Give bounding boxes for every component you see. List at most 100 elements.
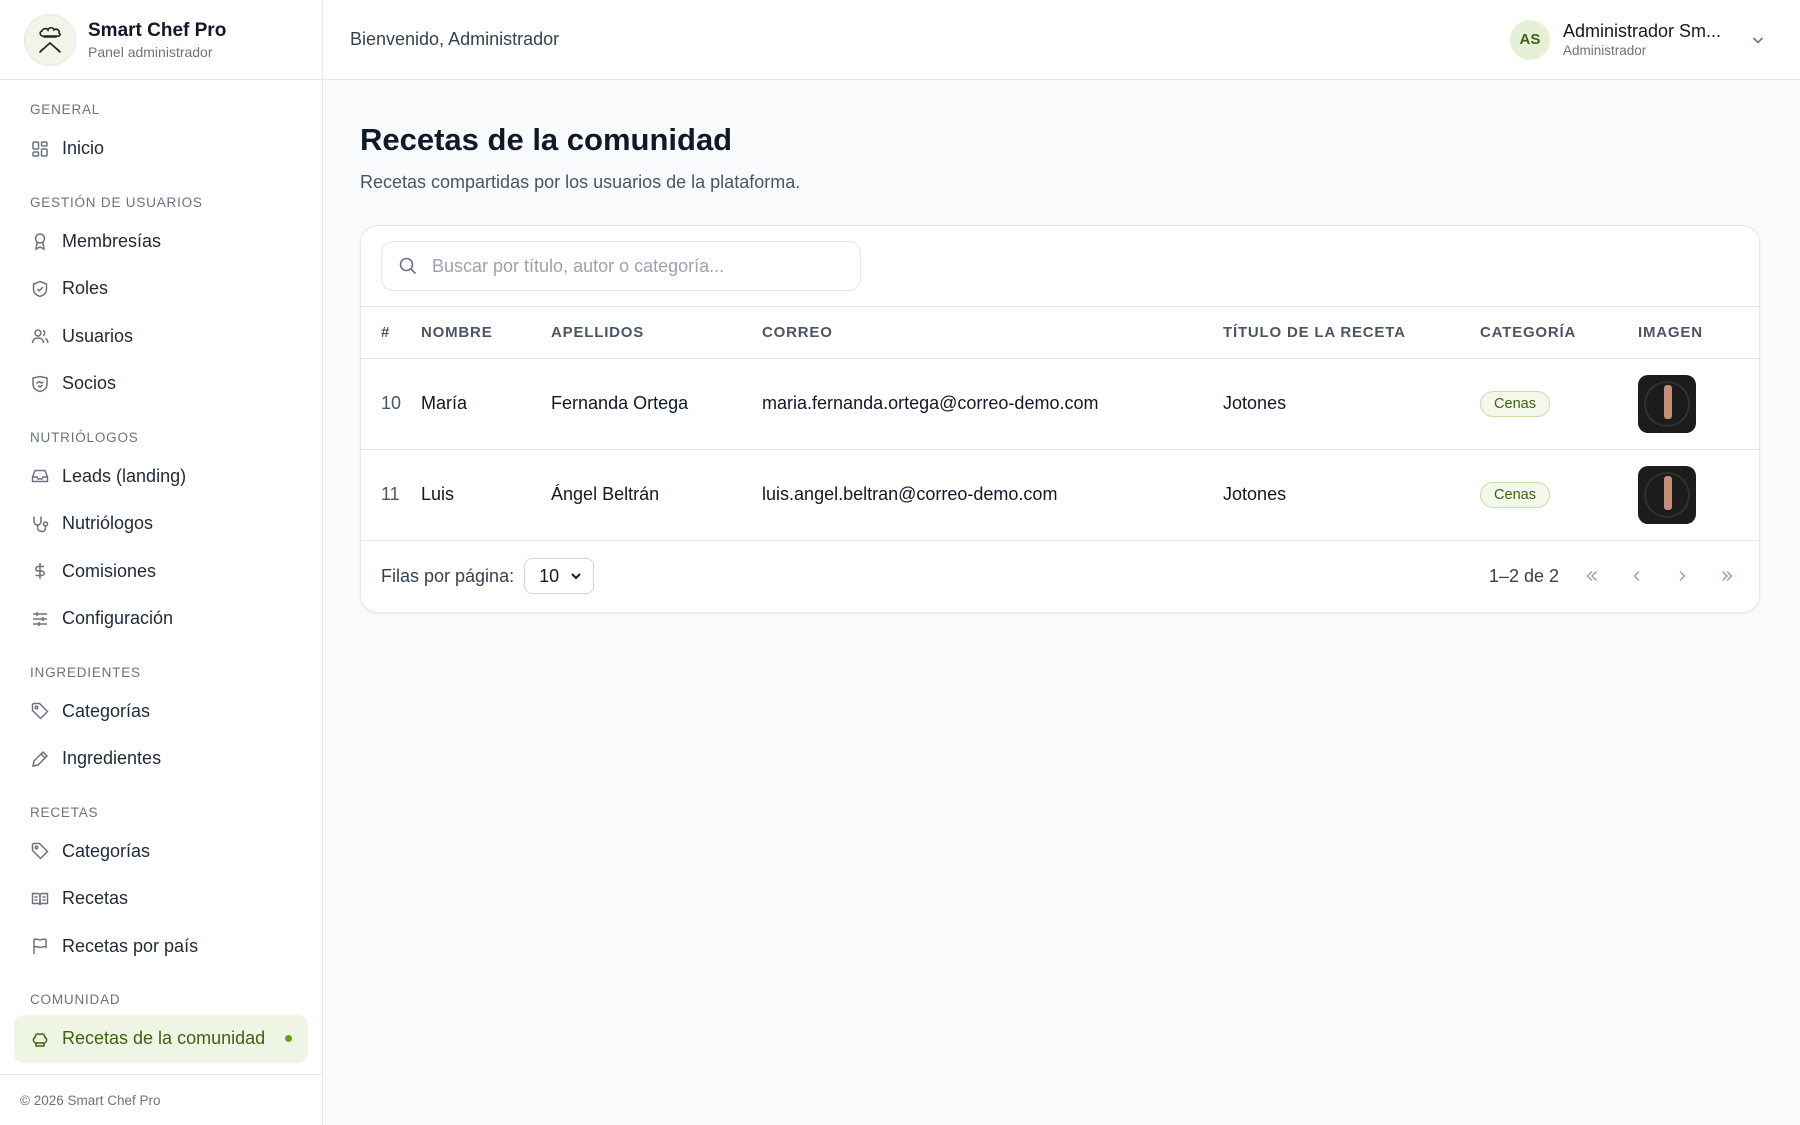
shield-icon xyxy=(32,280,48,298)
cell-apellidos: Fernanda Ortega xyxy=(551,358,763,450)
pagination-range: 1–2 de 2 xyxy=(1488,565,1559,586)
pen-icon xyxy=(32,750,49,767)
sliders-icon xyxy=(33,611,47,626)
handshake-icon xyxy=(32,375,48,393)
sidebar-item-usuarios[interactable]: Usuarios xyxy=(14,313,308,361)
recipe-thumbnail[interactable] xyxy=(1638,465,1697,524)
section-title-ingredientes: Ingredientes xyxy=(30,664,141,680)
tag-icon xyxy=(31,703,49,720)
tag-icon xyxy=(31,843,49,860)
sidebar-item-rec-categorias[interactable]: Categorías xyxy=(14,828,308,876)
category-badge: Cenas xyxy=(1480,390,1550,417)
sidebar-item-label: Leads (landing) xyxy=(62,465,187,486)
col-header-index[interactable]: # xyxy=(361,307,422,359)
section-title-usuarios: Gestión de usuarios xyxy=(30,194,203,210)
sidebar-item-label: Categorías xyxy=(62,840,151,861)
search-input[interactable] xyxy=(432,255,844,277)
sidebar: Smart Chef Pro Panel administrador Gener… xyxy=(0,0,323,1125)
sidebar-item-ing-categorias[interactable]: Categorías xyxy=(14,688,308,736)
app-subtitle: Panel administrador xyxy=(88,43,213,60)
chevron-left-icon xyxy=(1632,570,1640,582)
user-name: Administrador Sm... xyxy=(1562,21,1721,41)
flag-icon xyxy=(33,938,47,955)
sidebar-item-comisiones[interactable]: Comisiones xyxy=(14,548,308,596)
top-header: Bienvenido, Administrador AS Administrad… xyxy=(324,0,1800,80)
sidebar-item-label: Socios xyxy=(62,373,117,394)
section-title-comunidad: Comunidad xyxy=(30,992,121,1007)
table-row[interactable]: 10 María Fernanda Ortega maria.fernanda.… xyxy=(361,358,1759,450)
sidebar-item-label: Recetas xyxy=(62,888,129,909)
sidebar-item-inicio[interactable]: Inicio xyxy=(14,125,308,173)
avatar: AS xyxy=(1509,19,1550,60)
active-indicator xyxy=(285,1035,292,1043)
sidebar-item-roles[interactable]: Roles xyxy=(14,265,308,313)
cell-correo: luis.angel.beltran@correo-demo.com xyxy=(762,449,1224,541)
sidebar-item-label: Categorías xyxy=(62,700,151,721)
recipe-thumbnail[interactable] xyxy=(1638,374,1697,433)
book-icon xyxy=(31,892,49,905)
sidebar-item-recetas-pais[interactable]: Recetas por país xyxy=(14,923,308,971)
cell-titulo: Jotones xyxy=(1223,358,1481,450)
cell-titulo: Jotones xyxy=(1223,449,1481,541)
sidebar-item-membresias[interactable]: Membresías xyxy=(14,218,308,266)
sidebar-item-label: Usuarios xyxy=(62,325,134,346)
chevron-down-icon[interactable] xyxy=(1750,32,1766,48)
welcome-text: Bienvenido, Administrador xyxy=(350,29,560,49)
award-icon xyxy=(34,233,46,251)
sidebar-item-label: Recetas de la comunidad xyxy=(62,1028,266,1049)
dashboard-icon xyxy=(32,141,48,157)
user-menu[interactable]: AS Administrador Sm... Administrador xyxy=(1509,19,1774,60)
inbox-icon xyxy=(31,470,49,483)
sidebar-item-label: Comisiones xyxy=(62,560,157,581)
table-toolbar xyxy=(361,226,1759,307)
chevron-down-icon xyxy=(571,573,581,580)
sidebar-item-label: Configuración xyxy=(62,608,174,629)
sidebar-item-label: Roles xyxy=(62,278,109,299)
sidebar-item-label: Inicio xyxy=(62,138,105,159)
chevrons-left-icon xyxy=(1585,570,1597,582)
sidebar-item-configuracion[interactable]: Configuración xyxy=(14,595,308,643)
main-content: Recetas de la comunidad Recetas comparti… xyxy=(360,80,1760,613)
recipes-table: # Nombre Apellidos Correo Título de la r… xyxy=(361,307,1759,541)
last-page-button[interactable] xyxy=(1714,564,1739,589)
prev-page-button[interactable] xyxy=(1624,564,1649,589)
col-header-imagen: Imagen xyxy=(1638,307,1759,359)
first-page-button[interactable] xyxy=(1579,564,1604,589)
category-badge: Cenas xyxy=(1480,481,1550,508)
cell-categoria: Cenas xyxy=(1480,449,1639,541)
rows-per-page-select[interactable]: 10 xyxy=(524,558,595,594)
chevron-right-icon xyxy=(1678,570,1686,582)
cell-nombre: María xyxy=(421,358,552,450)
section-title-general: General xyxy=(30,102,101,117)
recipes-card: # Nombre Apellidos Correo Título de la r… xyxy=(360,225,1760,613)
sidebar-item-leads[interactable]: Leads (landing) xyxy=(14,453,308,501)
stethoscope-icon xyxy=(33,516,49,533)
chef-logo-icon xyxy=(24,13,76,66)
next-page-button[interactable] xyxy=(1669,564,1694,589)
cell-nombre: Luis xyxy=(421,449,552,541)
app-name: Smart Chef Pro xyxy=(88,19,227,41)
col-header-correo[interactable]: Correo xyxy=(762,307,1224,359)
sidebar-item-ingredientes[interactable]: Ingredientes xyxy=(14,735,308,783)
sidebar-item-nutriologos[interactable]: Nutriólogos xyxy=(14,500,308,548)
search-box[interactable] xyxy=(381,241,861,291)
cell-imagen xyxy=(1638,358,1759,450)
brand: Smart Chef Pro Panel administrador xyxy=(0,0,322,80)
cell-id: 11 xyxy=(361,449,422,541)
col-header-nombre[interactable]: Nombre xyxy=(421,307,552,359)
col-header-titulo[interactable]: Título de la receta xyxy=(1223,307,1481,359)
pagination-controls xyxy=(1579,564,1739,589)
sidebar-item-recetas-comunidad[interactable]: Recetas de la comunidad xyxy=(14,1015,308,1063)
rows-per-page-value: 10 xyxy=(539,565,560,586)
dollar-icon xyxy=(35,563,45,580)
chevrons-right-icon xyxy=(1721,570,1733,582)
sidebar-item-socios[interactable]: Socios xyxy=(14,360,308,408)
col-header-categoria[interactable]: Categoría xyxy=(1480,307,1639,359)
table-header-row: # Nombre Apellidos Correo Título de la r… xyxy=(361,307,1759,359)
rows-per-page-label: Filas por página: xyxy=(381,565,515,586)
sidebar-item-recetas[interactable]: Recetas xyxy=(14,875,308,923)
col-header-apellidos[interactable]: Apellidos xyxy=(551,307,763,359)
users-icon xyxy=(31,329,49,344)
page-title: Recetas de la comunidad xyxy=(360,122,733,157)
table-row[interactable]: 11 Luis Ángel Beltrán luis.angel.beltran… xyxy=(361,449,1759,541)
